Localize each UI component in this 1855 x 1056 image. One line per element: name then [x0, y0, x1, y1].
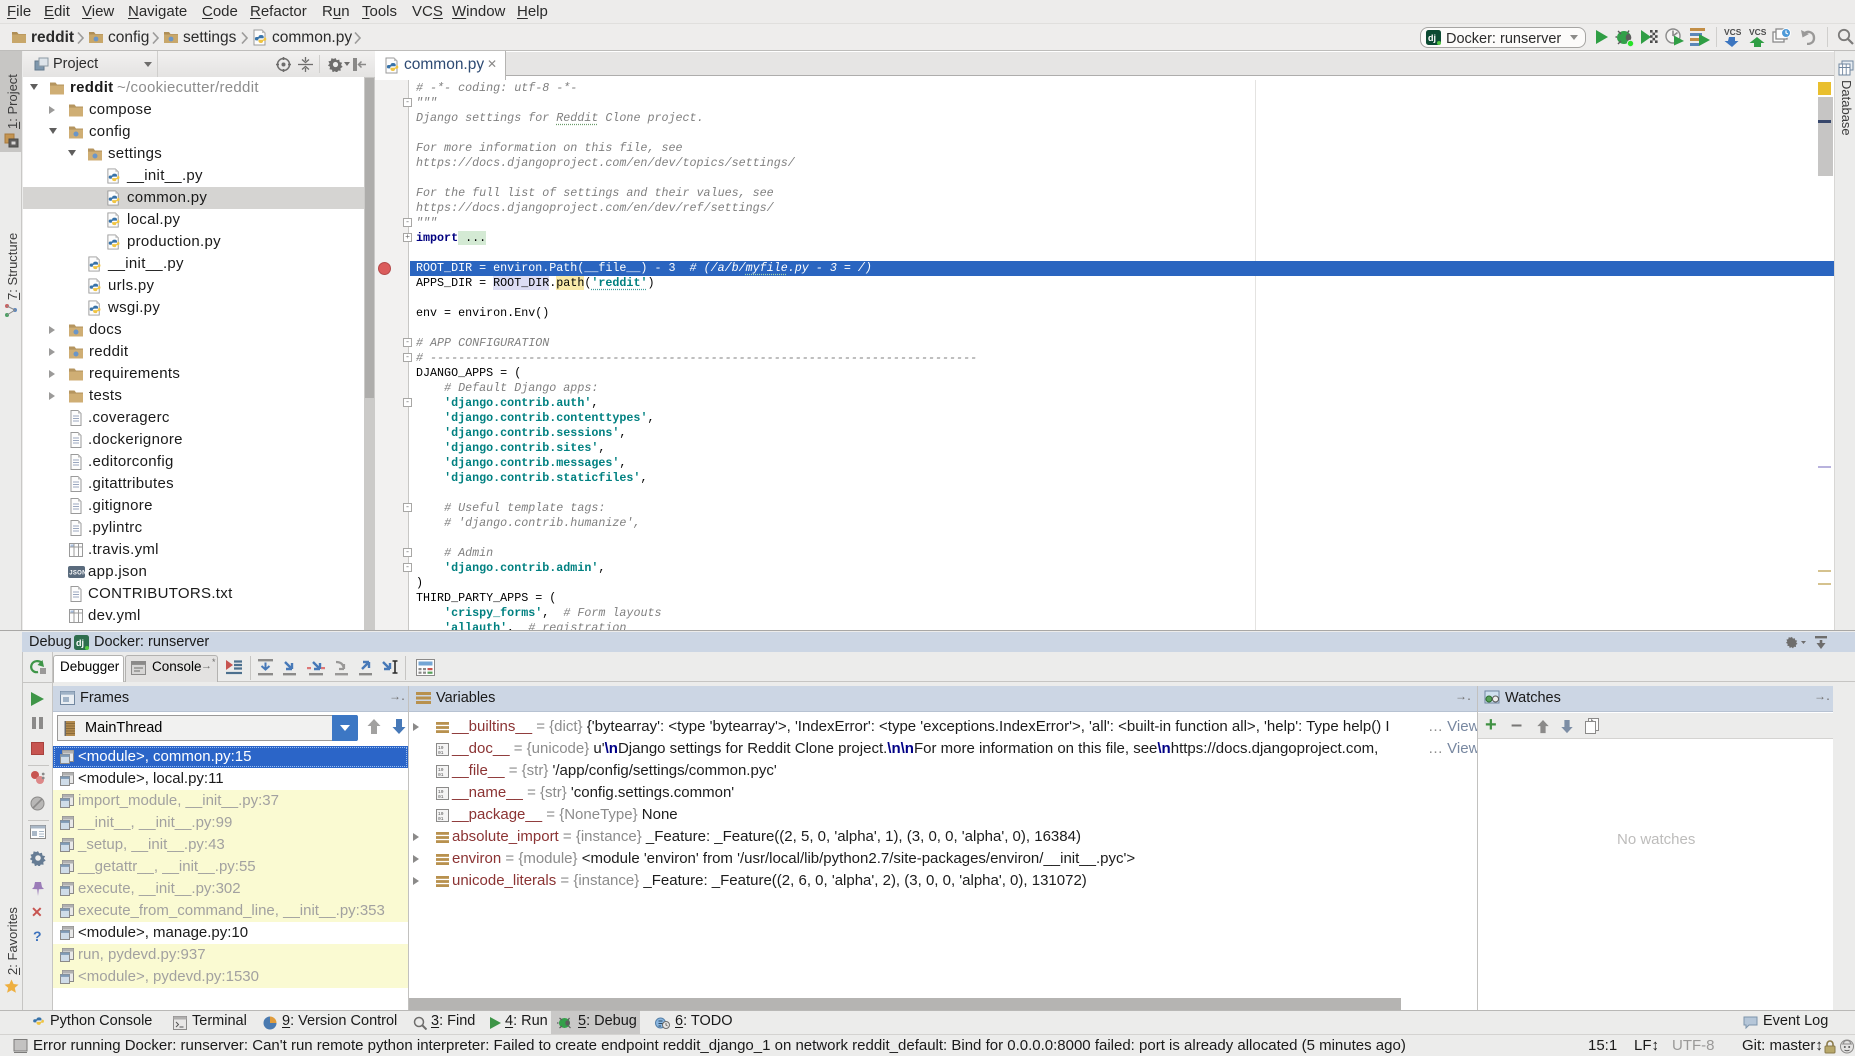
svg-text:VCS: VCS — [1724, 27, 1741, 37]
svg-text:VCS: VCS — [1749, 27, 1766, 37]
svg-text:dj: dj — [1428, 33, 1436, 43]
svg-text:01: 01 — [438, 750, 444, 756]
svg-text:JSON: JSON — [69, 571, 85, 577]
svg-text:dj: dj — [76, 638, 84, 648]
svg-text:01: 01 — [438, 794, 444, 800]
svg-text:01: 01 — [438, 772, 444, 778]
svg-text:01: 01 — [438, 816, 444, 822]
